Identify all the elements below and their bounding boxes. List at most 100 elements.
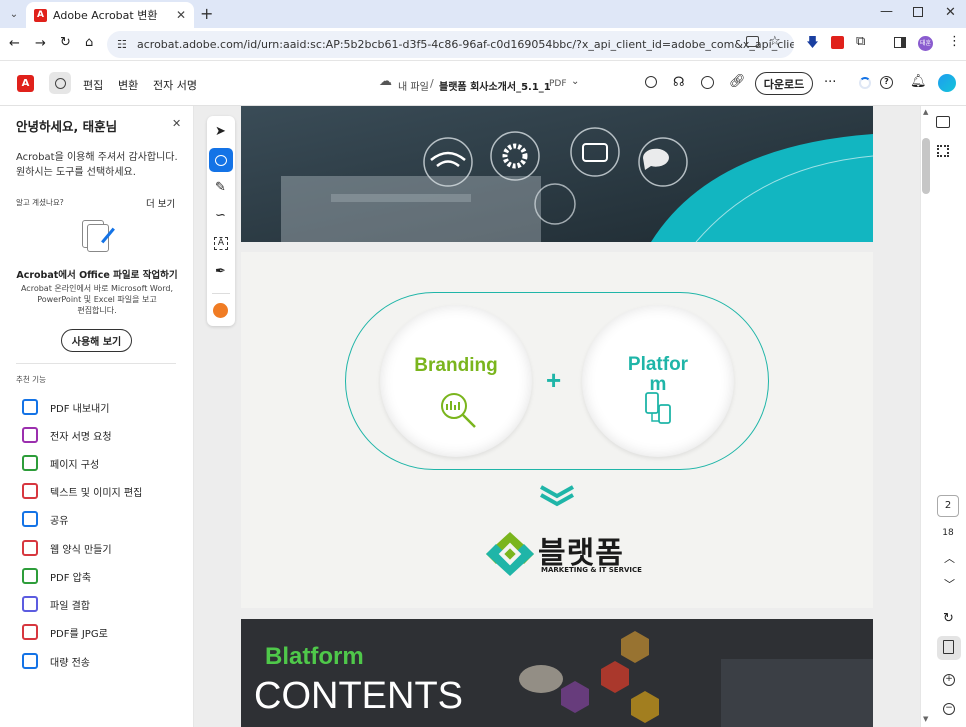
feature-combine-files[interactable]: 파일 결합 bbox=[22, 596, 90, 612]
left-panel: 안녕하세요, 태훈님 ✕ Acrobat을 이용해 주셔서 감사합니다. 원하시… bbox=[0, 106, 194, 727]
acrobat-logo[interactable]: A bbox=[17, 75, 34, 92]
acrobat-extension-icon[interactable] bbox=[831, 36, 844, 49]
comment-icon bbox=[215, 154, 227, 166]
feature-pdf-to-jpg[interactable]: PDF를 JPG로 bbox=[22, 624, 108, 640]
menu-convert[interactable]: 변환 bbox=[118, 77, 138, 93]
share-icon bbox=[22, 511, 38, 527]
pdf-icon: A bbox=[34, 8, 47, 22]
address-bar[interactable]: ☷ acrobat.adobe.com/id/urn:aaid:sc:AP:5b… bbox=[107, 31, 794, 58]
magnifier-chart-icon bbox=[441, 393, 476, 428]
help-icon[interactable]: ? bbox=[880, 76, 893, 89]
sign-pen-icon[interactable]: ✒ bbox=[215, 264, 226, 279]
blatform-logo-mark bbox=[486, 532, 534, 576]
site-info-icon[interactable]: ☷ bbox=[117, 38, 127, 51]
feature-organize-pages[interactable]: 페이지 구성 bbox=[22, 455, 99, 471]
scroll-down-arrow[interactable]: ▼ bbox=[923, 715, 928, 723]
previous-page-icon[interactable]: ︿ bbox=[944, 550, 955, 566]
menu-edit[interactable]: 편집 bbox=[83, 77, 103, 93]
total-pages: 18 bbox=[942, 528, 954, 538]
freehand-draw-icon[interactable]: ∽ bbox=[215, 208, 226, 223]
page-number-input[interactable]: 2 bbox=[937, 495, 959, 517]
feature-label: PDF 압축 bbox=[50, 572, 92, 584]
recent-tools-button[interactable] bbox=[49, 72, 71, 94]
profile-avatar[interactable]: 태훈 bbox=[918, 36, 933, 51]
feature-export-pdf[interactable]: PDF 내보내기 bbox=[22, 399, 109, 415]
back-icon[interactable]: ← bbox=[9, 36, 20, 51]
pdf-page-1 bbox=[241, 106, 873, 242]
extension-download-icon[interactable] bbox=[807, 36, 818, 48]
highlight-pen-icon[interactable]: ✎ bbox=[215, 180, 226, 195]
zoom-out-icon[interactable]: − bbox=[943, 703, 955, 715]
select-cursor-icon[interactable]: ➤ bbox=[215, 124, 226, 139]
install-app-icon[interactable] bbox=[746, 36, 759, 47]
close-panel-icon[interactable]: ✕ bbox=[172, 117, 181, 130]
combine-files-icon bbox=[22, 596, 38, 612]
tab-search-icon[interactable]: ⌄ bbox=[7, 7, 21, 21]
feature-request-esign[interactable]: 전자 서명 요청 bbox=[22, 427, 112, 443]
chevron-down-icon[interactable]: ⌄ bbox=[571, 76, 579, 87]
scroll-up-arrow[interactable]: ▲ bbox=[923, 108, 928, 116]
browser-toolbar: ← → ↻ ⌂ ☷ acrobat.adobe.com/id/urn:aaid:… bbox=[0, 28, 966, 61]
home-icon[interactable]: ⌂ bbox=[85, 35, 93, 50]
breadcrumb-my-files[interactable]: 내 파일 bbox=[398, 78, 429, 93]
color-picker[interactable] bbox=[213, 303, 228, 318]
user-avatar[interactable] bbox=[938, 74, 956, 92]
promo-text-2: PowerPoint 및 Excel 파일을 보고 bbox=[37, 295, 157, 304]
browser-menu-icon[interactable]: ⋮ bbox=[948, 34, 961, 49]
feature-share[interactable]: 공유 bbox=[22, 511, 68, 527]
read-aloud-icon[interactable]: ☊ bbox=[673, 75, 685, 90]
extensions-puzzle-icon[interactable]: ⧉ bbox=[856, 34, 865, 49]
bulk-send-icon bbox=[22, 653, 38, 669]
share-link-icon[interactable]: 🔗︎ bbox=[729, 74, 746, 89]
page-fit-button[interactable] bbox=[937, 636, 961, 660]
devices-icon bbox=[645, 392, 671, 424]
greeting-title: 안녕하세요, 태훈님 bbox=[16, 119, 118, 134]
feature-bulk-send[interactable]: 대량 전송 bbox=[22, 653, 90, 669]
minimize-icon[interactable]: — bbox=[880, 4, 893, 19]
feature-label: PDF 내보내기 bbox=[50, 403, 110, 415]
url-text: acrobat.adobe.com/id/urn:aaid:sc:AP:5b2b… bbox=[137, 38, 794, 51]
scrollbar-thumb[interactable] bbox=[922, 138, 930, 194]
branding-label: Branding bbox=[414, 355, 498, 376]
maximize-icon[interactable] bbox=[913, 7, 923, 17]
browser-tab[interactable]: A Adobe Acrobat 변환 ✕ bbox=[26, 2, 194, 28]
notifications-bell-icon[interactable]: 🔔︎ bbox=[910, 74, 927, 89]
loading-spinner-icon bbox=[859, 77, 871, 89]
recommended-label: 추천 기능 bbox=[16, 375, 46, 384]
bookmark-star-icon[interactable]: ☆ bbox=[769, 34, 781, 49]
comment-tool[interactable] bbox=[209, 148, 233, 172]
feature-create-web-form[interactable]: 웹 양식 만들기 bbox=[22, 540, 112, 556]
plus-sign: + bbox=[546, 365, 562, 395]
feature-edit-text-images[interactable]: 텍스트 및 이미지 편집 bbox=[22, 483, 142, 499]
tab-title: Adobe Acrobat 변환 bbox=[53, 9, 158, 22]
office-files-icon bbox=[80, 218, 118, 254]
ai-assistant-icon[interactable] bbox=[701, 76, 714, 89]
new-tab-button[interactable]: + bbox=[200, 4, 213, 23]
rotate-icon[interactable]: ↻ bbox=[943, 611, 954, 626]
feature-compress-pdf[interactable]: PDF 압축 bbox=[22, 568, 91, 584]
document-canvas[interactable]: Branding + Platfor m 블랫폼 MARKETING & IT … bbox=[194, 106, 920, 727]
zoom-in-icon[interactable]: + bbox=[943, 674, 955, 686]
download-button[interactable]: 다운로드 bbox=[755, 72, 813, 95]
side-panel-icon[interactable] bbox=[894, 37, 906, 48]
more-options-icon[interactable]: ··· bbox=[824, 75, 836, 90]
feature-label: 페이지 구성 bbox=[50, 459, 100, 471]
forward-icon[interactable]: → bbox=[35, 36, 46, 51]
next-page-icon[interactable]: ﹀ bbox=[944, 576, 955, 592]
comments-panel-icon[interactable] bbox=[936, 116, 950, 128]
browser-tab-strip: ⌄ A Adobe Acrobat 변환 ✕ + — ✕ bbox=[0, 0, 966, 28]
export-pdf-icon bbox=[22, 399, 38, 415]
try-it-button[interactable]: 사용해 보기 bbox=[61, 329, 132, 352]
file-name[interactable]: 블랫폼 회사소개서_5.1_1 bbox=[439, 78, 551, 93]
close-tab-icon[interactable]: ✕ bbox=[176, 8, 186, 22]
reload-icon[interactable]: ↻ bbox=[60, 35, 71, 50]
search-icon[interactable] bbox=[645, 76, 657, 88]
text-box-icon[interactable]: A bbox=[214, 237, 228, 250]
close-window-icon[interactable]: ✕ bbox=[945, 5, 956, 20]
platform-label: Platfor m bbox=[627, 354, 689, 395]
page-1-hero-image bbox=[241, 106, 873, 242]
menu-e-sign[interactable]: 전자 서명 bbox=[153, 77, 197, 93]
thumbnails-grid-icon[interactable] bbox=[937, 145, 949, 157]
more-link[interactable]: 더 보기 bbox=[146, 196, 175, 210]
promo-title: Acrobat에서 Office 파일로 작업하기 bbox=[16, 270, 178, 281]
